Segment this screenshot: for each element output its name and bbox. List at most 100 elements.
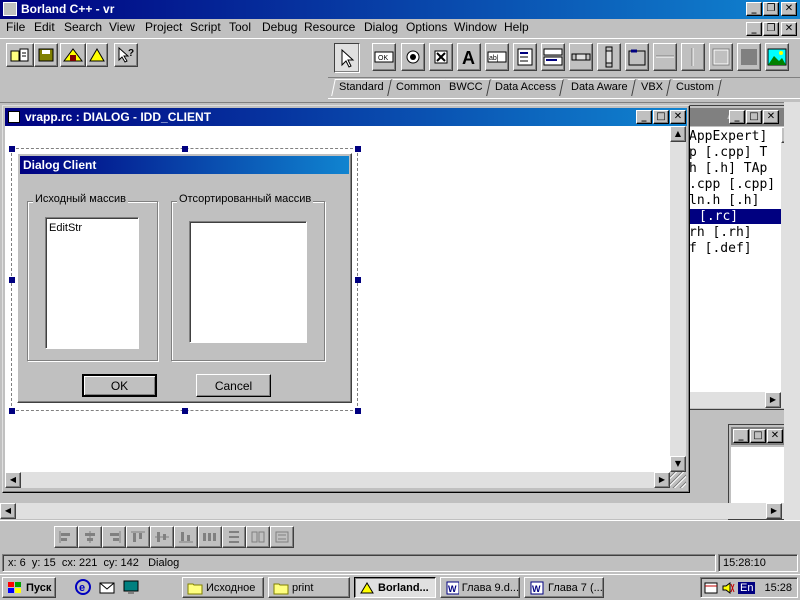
tab-custom[interactable]: Custom: [669, 79, 722, 96]
menu-resource[interactable]: Resource: [304, 20, 355, 34]
project-maximize-button[interactable]: □: [746, 110, 762, 124]
editor-scroll-right[interactable]: ▶: [654, 472, 670, 488]
build-button[interactable]: [60, 43, 86, 67]
dialog-canvas[interactable]: Dialog Client Исходный массив EditStr От…: [5, 126, 670, 472]
resize-handle[interactable]: [355, 408, 361, 414]
editor-scroll-left[interactable]: ◀: [5, 472, 21, 488]
align-left-button[interactable]: [54, 526, 78, 548]
cancel-button[interactable]: Cancel: [196, 374, 271, 397]
push-button-tool[interactable]: OK: [372, 43, 396, 71]
dialog-editor-window[interactable]: vrapp.rc : DIALOG - IDD_CLIENT _ □ ✕ Dia…: [2, 105, 690, 493]
space-vertical-button[interactable]: [222, 526, 246, 548]
menu-search[interactable]: Search: [64, 20, 102, 34]
bg-maximize-button[interactable]: □: [750, 429, 766, 443]
task-button-chapter9[interactable]: W Глава 9.d...: [440, 577, 520, 598]
static-text-tool[interactable]: A: [457, 43, 481, 71]
menu-options[interactable]: Options: [406, 20, 447, 34]
groupbox-tool[interactable]: [625, 43, 649, 71]
space-horizontal-button[interactable]: [198, 526, 222, 548]
editor-close-button[interactable]: ✕: [670, 110, 686, 124]
task-button-print[interactable]: print: [268, 577, 350, 598]
same-size-button[interactable]: [246, 526, 270, 548]
editor-minimize-button[interactable]: _: [636, 110, 652, 124]
menu-script[interactable]: Script: [190, 20, 221, 34]
scheduler-icon[interactable]: [704, 581, 718, 595]
tab-standard[interactable]: Standard: [331, 79, 392, 96]
resize-handle[interactable]: [182, 146, 188, 152]
resize-handle[interactable]: [355, 146, 361, 152]
project-node[interactable]: AppExpert]: [689, 129, 767, 144]
mdi-scroll-right[interactable]: ▶: [766, 503, 782, 519]
size-grip[interactable]: [670, 472, 686, 488]
close-button[interactable]: ✕: [781, 2, 797, 16]
project-node-selected[interactable]: [.rc]: [689, 209, 781, 224]
radio-button-tool[interactable]: [401, 43, 425, 71]
save-button[interactable]: [34, 43, 58, 67]
align-vcenter-button[interactable]: [150, 526, 174, 548]
align-right-button[interactable]: [102, 526, 126, 548]
task-button-chapter7[interactable]: W Глава 7 (...: [524, 577, 604, 598]
hscroll-tool[interactable]: [569, 43, 593, 71]
editor-scroll-down[interactable]: ▼: [670, 456, 686, 472]
align-top-button[interactable]: [126, 526, 150, 548]
open-project-button[interactable]: [6, 43, 34, 67]
sorted-edit-box[interactable]: [189, 221, 307, 343]
project-node[interactable]: .cpp [.cpp]: [689, 177, 775, 192]
tab-data-access[interactable]: Data Access: [488, 79, 564, 96]
tab-order-button[interactable]: [270, 526, 294, 548]
tab-common[interactable]: Common: [389, 79, 449, 96]
align-bottom-button[interactable]: [174, 526, 198, 548]
doc-close-button[interactable]: ✕: [781, 22, 797, 36]
project-node[interactable]: h [.h] TAp: [689, 161, 767, 176]
menu-view[interactable]: View: [109, 20, 135, 34]
resize-handle[interactable]: [9, 277, 15, 283]
help-pointer-button[interactable]: ?: [114, 43, 138, 67]
language-indicator[interactable]: En: [738, 581, 756, 594]
app-title-bar[interactable]: Borland C++ - vr _ ❐ ✕: [0, 0, 800, 19]
start-button[interactable]: Пуск: [2, 577, 56, 598]
project-node[interactable]: rh [.rh]: [689, 225, 752, 240]
tab-vbx[interactable]: VBX: [634, 79, 671, 96]
dialog-editor-title-bar[interactable]: vrapp.rc : DIALOG - IDD_CLIENT _ □ ✕: [5, 108, 687, 126]
menu-dialog[interactable]: Dialog: [364, 20, 398, 34]
menu-tool[interactable]: Tool: [229, 20, 251, 34]
align-hcenter-button[interactable]: [78, 526, 102, 548]
vscroll-tool[interactable]: [597, 43, 621, 71]
tab-data-aware[interactable]: Data Aware: [564, 79, 636, 96]
designed-dialog[interactable]: Dialog Client Исходный массив EditStr От…: [17, 153, 352, 403]
project-node[interactable]: ln.h [.h]: [689, 193, 759, 208]
resize-handle[interactable]: [9, 146, 15, 152]
tab-bwcc[interactable]: BWCC: [442, 79, 491, 96]
menu-debug[interactable]: Debug: [262, 20, 297, 34]
resize-handle[interactable]: [9, 408, 15, 414]
editor-scroll-up[interactable]: ▲: [670, 126, 686, 142]
task-button-source[interactable]: Исходное: [182, 577, 264, 598]
task-button-borland[interactable]: Borland...: [354, 577, 436, 598]
ok-button[interactable]: OK: [82, 374, 157, 397]
project-close-button[interactable]: ✕: [763, 110, 779, 124]
combobox-tool[interactable]: [541, 43, 565, 71]
mdi-hscrollbar[interactable]: ◀ ▶: [0, 503, 784, 519]
volume-icon[interactable]: [721, 581, 735, 595]
project-node[interactable]: f [.def]: [689, 241, 752, 256]
editor-hscrollbar[interactable]: ◀ ▶: [5, 472, 670, 488]
frame-tool[interactable]: [709, 43, 733, 71]
project-minimize-button[interactable]: _: [729, 110, 745, 124]
bitmap-tool[interactable]: [765, 43, 789, 71]
resize-handle[interactable]: [182, 408, 188, 414]
editor-vscrollbar[interactable]: ▲ ▼: [670, 126, 686, 472]
menu-file[interactable]: File: [6, 20, 25, 34]
menu-edit[interactable]: Edit: [34, 20, 55, 34]
restore-button[interactable]: ❐: [763, 2, 779, 16]
show-desktop-icon[interactable]: [122, 578, 140, 596]
project-node[interactable]: p [.cpp] T: [689, 145, 767, 160]
bg-close-button[interactable]: ✕: [767, 429, 783, 443]
outlook-express-icon[interactable]: [98, 578, 116, 596]
make-button[interactable]: [86, 43, 108, 67]
vertical-line-tool[interactable]: [681, 43, 705, 71]
listbox-tool[interactable]: [513, 43, 537, 71]
checkbox-tool[interactable]: [429, 43, 453, 71]
gray-rect-tool[interactable]: [737, 43, 761, 71]
doc-minimize-button[interactable]: _: [746, 22, 762, 36]
doc-restore-button[interactable]: ❐: [763, 22, 779, 36]
